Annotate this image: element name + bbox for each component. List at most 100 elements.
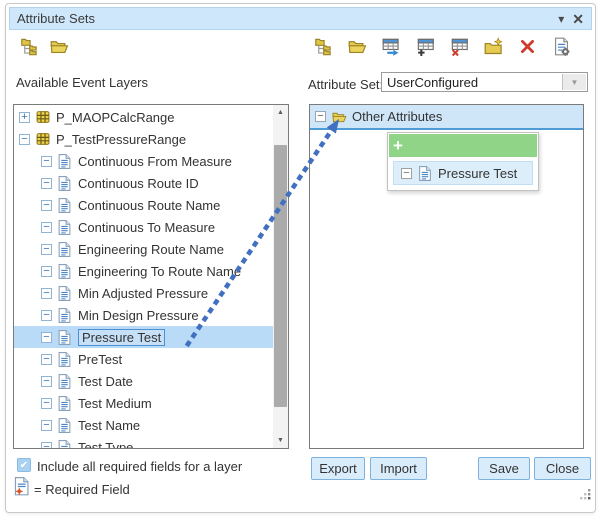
- collapse-icon[interactable]: −: [19, 134, 30, 145]
- open-attribute-folder-button[interactable]: [346, 38, 368, 60]
- tree-item-label: P_MAOPCalcRange: [56, 110, 175, 125]
- tree-item-continuous-from-measure[interactable]: − Continuous From Measure: [14, 150, 273, 172]
- field-icon: [58, 440, 73, 450]
- tree-item-engineering-to-route-name[interactable]: − Engineering To Route Name: [14, 260, 273, 282]
- attribute-set-dropdown[interactable]: UserConfigured ▼: [381, 72, 588, 92]
- save-button[interactable]: Save: [478, 457, 530, 480]
- open-layer-folder-button[interactable]: [48, 38, 70, 60]
- export-button[interactable]: Export: [311, 457, 365, 480]
- tree-item-label: Test Medium: [78, 396, 152, 411]
- collapse-icon[interactable]: −: [41, 200, 52, 211]
- collapse-icon[interactable]: −: [41, 222, 52, 233]
- collapse-icon[interactable]: −: [41, 244, 52, 255]
- attribute-set-label: Attribute Set:: [308, 77, 383, 92]
- drag-preview-item: − Pressure Test: [393, 161, 533, 185]
- table-remove-button[interactable]: [448, 38, 470, 60]
- attribute-set-properties-button[interactable]: [550, 38, 572, 60]
- collapse-icon[interactable]: −: [41, 288, 52, 299]
- table-remove-icon: [450, 37, 469, 61]
- add-attribute-tree-icon: [314, 37, 333, 61]
- field-icon: [58, 352, 73, 367]
- tree-item-min-design-pressure[interactable]: −Min Design Pressure: [14, 304, 273, 326]
- table-transfer-icon: [382, 37, 401, 61]
- dropdown-arrow-icon[interactable]: ▼: [562, 74, 586, 90]
- open-layer-folder-icon: [50, 37, 69, 61]
- collapse-icon[interactable]: −: [41, 310, 52, 321]
- attribute-sets-dialog: Attribute Sets ▾ ✕: [5, 3, 596, 513]
- tree-item-p-maopcalcrange[interactable]: + P_MAOPCalcRange: [14, 106, 273, 128]
- close-button[interactable]: Close: [534, 457, 591, 480]
- attribute-set-panel: − Other Attributes + − Pressure Test: [309, 104, 584, 449]
- delete-attribute-set-button[interactable]: [516, 38, 538, 60]
- field-icon: [58, 198, 73, 213]
- tree-item-label: Continuous Route Name: [78, 198, 220, 213]
- collapse-icon[interactable]: −: [315, 111, 326, 122]
- tree-item-label: Engineering Route Name: [78, 242, 224, 257]
- resize-grip[interactable]: [580, 487, 591, 505]
- required-field-icon: [14, 477, 30, 501]
- tree-item-min-adjusted-pressure[interactable]: − Min Adjusted Pressure: [14, 282, 273, 304]
- tree-item-pretest[interactable]: − PreTest: [14, 348, 273, 370]
- available-event-layers-panel: +P_MAOPCalcRange−P_TestPressureRange−Con…: [13, 104, 289, 449]
- collapse-dialog-icon[interactable]: ▾: [558, 13, 564, 25]
- field-document-icon: [418, 166, 433, 181]
- table-transfer-button[interactable]: [380, 38, 402, 60]
- tree-item-continuous-route-name[interactable]: − Continuous Route Name: [14, 194, 273, 216]
- layer-icon: [36, 110, 51, 125]
- other-attributes-label: Other Attributes: [352, 109, 442, 124]
- table-add-button[interactable]: [414, 38, 436, 60]
- tree-item-label: PreTest: [78, 352, 122, 367]
- tree-item-test-type[interactable]: −Test Type: [14, 436, 273, 449]
- new-attribute-set-button[interactable]: [482, 38, 504, 60]
- tree-item-label: Continuous To Measure: [78, 220, 215, 235]
- add-attribute-tree-button[interactable]: [312, 38, 334, 60]
- tree-item-label: Pressure Test: [78, 329, 165, 346]
- scroll-down-icon[interactable]: ▼: [273, 433, 288, 448]
- other-attributes-row[interactable]: − Other Attributes: [310, 105, 583, 130]
- tree-item-test-date[interactable]: − Test Date: [14, 370, 273, 392]
- tree-item-label: Engineering To Route Name: [78, 264, 241, 279]
- add-layer-tree-button[interactable]: [18, 38, 40, 60]
- collapse-icon[interactable]: −: [41, 442, 52, 450]
- tree-item-label: Continuous Route ID: [78, 176, 199, 191]
- scroll-up-icon[interactable]: ▲: [273, 105, 288, 120]
- tree-item-engineering-route-name[interactable]: − Engineering Route Name: [14, 238, 273, 260]
- collapse-icon[interactable]: −: [41, 398, 52, 409]
- collapse-icon[interactable]: −: [41, 266, 52, 277]
- tree-item-pressure-test[interactable]: − Pressure Test: [14, 326, 273, 348]
- add-layer-tree-icon: [20, 37, 39, 61]
- import-button[interactable]: Import: [370, 457, 427, 480]
- collapse-icon[interactable]: −: [41, 156, 52, 167]
- drop-target-indicator: +: [389, 134, 537, 157]
- expand-icon[interactable]: +: [19, 112, 30, 123]
- tree-item-p-testpressurerange[interactable]: −P_TestPressureRange: [14, 128, 273, 150]
- event-layers-tree: +P_MAOPCalcRange−P_TestPressureRange−Con…: [14, 106, 273, 449]
- drag-preview: + − Pressure Test: [387, 132, 539, 191]
- tree-item-continuous-to-measure[interactable]: − Continuous To Measure: [14, 216, 273, 238]
- layer-icon: [36, 132, 51, 147]
- collapse-icon[interactable]: −: [41, 178, 52, 189]
- open-folder-icon: [332, 109, 347, 124]
- field-icon: [58, 264, 73, 279]
- collapse-icon[interactable]: −: [41, 420, 52, 431]
- tree-item-test-name[interactable]: −Test Name: [14, 414, 273, 436]
- field-icon: [58, 374, 73, 389]
- field-icon: [58, 220, 73, 235]
- tree-item-label: Continuous From Measure: [78, 154, 232, 169]
- scrollbar-thumb[interactable]: [274, 145, 287, 407]
- close-dialog-icon[interactable]: ✕: [572, 13, 584, 25]
- delete-icon: [519, 38, 536, 60]
- collapse-icon[interactable]: −: [41, 332, 52, 343]
- tree-item-label: Test Date: [78, 374, 133, 389]
- field-icon: [58, 418, 73, 433]
- tree-item-test-medium[interactable]: − Test Medium: [14, 392, 273, 414]
- collapse-icon[interactable]: −: [41, 376, 52, 387]
- tree-item-continuous-route-id[interactable]: − Continuous Route ID: [14, 172, 273, 194]
- include-required-fields-checkbox[interactable]: ✔: [17, 458, 31, 472]
- collapse-icon[interactable]: −: [41, 354, 52, 365]
- tree-item-label: Min Adjusted Pressure: [78, 286, 208, 301]
- title-bar[interactable]: Attribute Sets ▾ ✕: [9, 7, 592, 30]
- available-event-layers-label: Available Event Layers: [16, 75, 148, 90]
- plus-icon: +: [393, 137, 403, 154]
- left-panel-scrollbar[interactable]: ▲ ▼: [273, 105, 288, 448]
